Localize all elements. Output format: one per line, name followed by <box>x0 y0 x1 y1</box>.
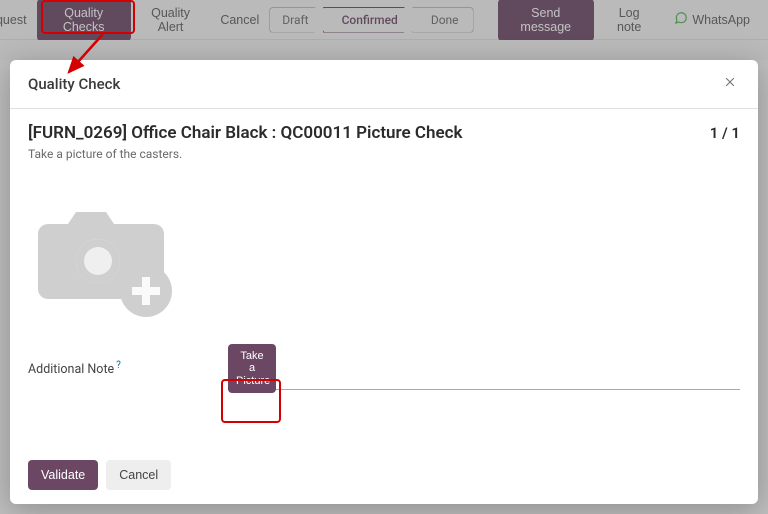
camera-placeholder-icon[interactable] <box>28 189 183 324</box>
additional-note-field[interactable]: Take a Picture <box>228 348 740 390</box>
take-picture-button[interactable]: Take a Picture <box>228 344 276 394</box>
validate-button[interactable]: Validate <box>28 460 98 490</box>
modal-footer: Validate Cancel <box>10 448 758 504</box>
modal-header: Quality Check <box>10 60 758 109</box>
additional-note-row: Additional Note? Take a Picture <box>28 348 740 390</box>
modal-cancel-button[interactable]: Cancel <box>106 460 171 490</box>
close-icon <box>723 75 737 94</box>
modal-title: Quality Check <box>28 75 120 93</box>
check-heading: [FURN_0269] Office Chair Black : QC00011… <box>28 123 462 143</box>
quality-check-modal: Quality Check [FURN_0269] Office Chair B… <box>10 60 758 504</box>
modal-body: [FURN_0269] Office Chair Black : QC00011… <box>10 109 758 448</box>
close-button[interactable] <box>720 74 740 94</box>
check-instruction: Take a picture of the casters. <box>28 147 740 161</box>
additional-note-label: Additional Note? <box>28 360 228 377</box>
help-icon[interactable]: ? <box>116 360 121 371</box>
check-counter: 1 / 1 <box>710 124 740 142</box>
